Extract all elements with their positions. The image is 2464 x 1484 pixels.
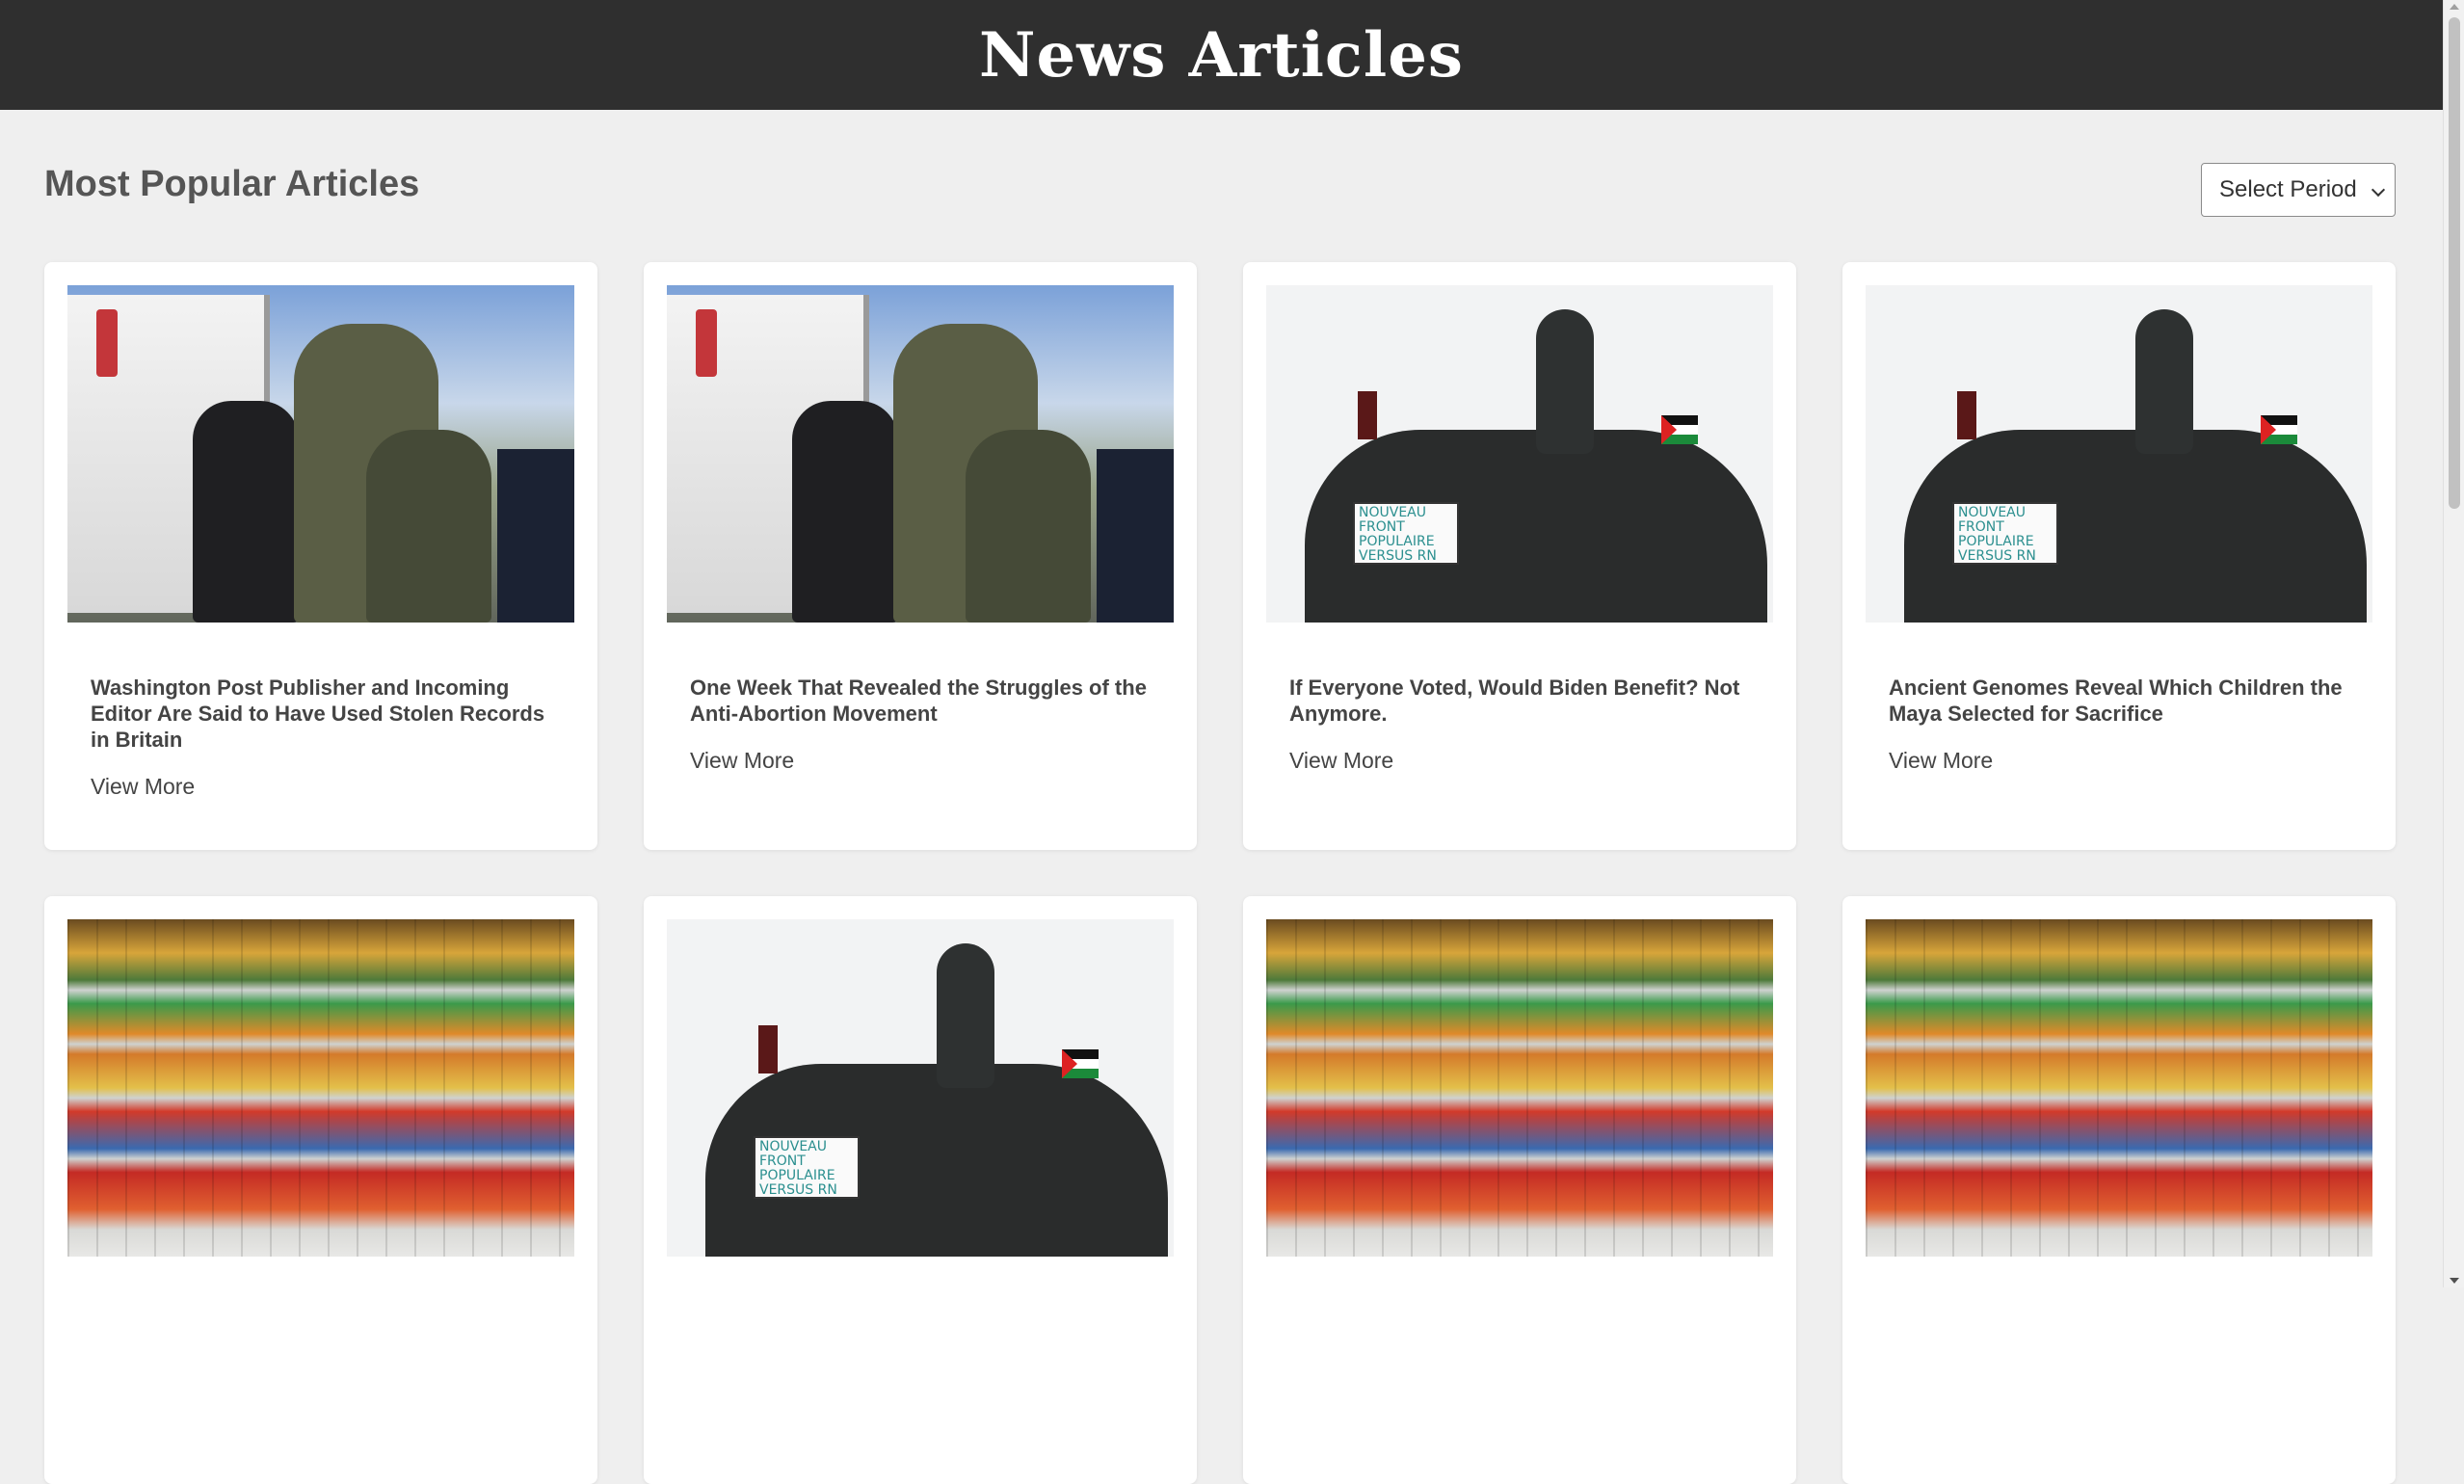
site-title: News Articles — [979, 18, 1464, 92]
scrollbar-thumb[interactable] — [2449, 17, 2460, 509]
site-header: News Articles — [0, 0, 2443, 110]
article-title: One Week That Revealed the Struggles of … — [690, 676, 1147, 726]
article-image-grocery-shelves[interactable] — [1266, 919, 1773, 1257]
scroll-up-icon[interactable] — [2450, 4, 2459, 10]
article-image-statue-protest[interactable]: NOUVEAU FRONT POPULAIRE VERSUS RN — [1266, 285, 1773, 623]
view-more-link[interactable]: View More — [1289, 748, 1393, 773]
article-card: NOUVEAU FRONT POPULAIRE VERSUS RN Ancien… — [1842, 262, 2396, 850]
view-more-link[interactable]: View More — [690, 748, 794, 773]
chevron-down-icon — [2371, 182, 2386, 198]
article-image-grocery-shelves[interactable] — [1866, 919, 2372, 1257]
article-card: Washington Post Publisher and Incoming E… — [44, 262, 597, 850]
article-card — [1243, 896, 1796, 1484]
articles-grid: Washington Post Publisher and Incoming E… — [44, 262, 2396, 1484]
article-card: One Week That Revealed the Struggles of … — [644, 262, 1197, 850]
article-card — [44, 896, 597, 1484]
view-more-link[interactable]: View More — [91, 774, 195, 799]
article-title: Ancient Genomes Reveal Which Children th… — [1889, 676, 2343, 726]
article-card: NOUVEAU FRONT POPULAIRE VERSUS RN If Eve… — [1243, 262, 1796, 850]
section-title: Most Popular Articles — [44, 164, 420, 204]
vertical-scrollbar[interactable] — [2443, 0, 2464, 1287]
protest-sign: NOUVEAU FRONT POPULAIRE VERSUS RN — [1952, 502, 2058, 565]
view-more-link[interactable]: View More — [1889, 748, 1993, 773]
article-image-grocery-shelves[interactable] — [67, 919, 574, 1257]
article-title: If Everyone Voted, Would Biden Benefit? … — [1289, 676, 1740, 726]
article-title: Washington Post Publisher and Incoming E… — [91, 676, 545, 752]
article-card — [1842, 896, 2396, 1484]
article-image-statue-protest[interactable]: NOUVEAU FRONT POPULAIRE VERSUS RN — [1866, 285, 2372, 623]
article-image-statue-protest[interactable]: NOUVEAU FRONT POPULAIRE VERSUS RN — [667, 919, 1174, 1257]
article-card: NOUVEAU FRONT POPULAIRE VERSUS RN — [644, 896, 1197, 1484]
scroll-down-icon[interactable] — [2450, 1278, 2459, 1284]
protest-sign: NOUVEAU FRONT POPULAIRE VERSUS RN — [754, 1136, 860, 1199]
article-image-border-patrol[interactable] — [67, 285, 574, 623]
period-select-value: Select Period — [2219, 176, 2357, 202]
article-image-border-patrol[interactable] — [667, 285, 1174, 623]
period-select[interactable]: Select Period — [2201, 163, 2396, 217]
protest-sign: NOUVEAU FRONT POPULAIRE VERSUS RN — [1353, 502, 1459, 565]
